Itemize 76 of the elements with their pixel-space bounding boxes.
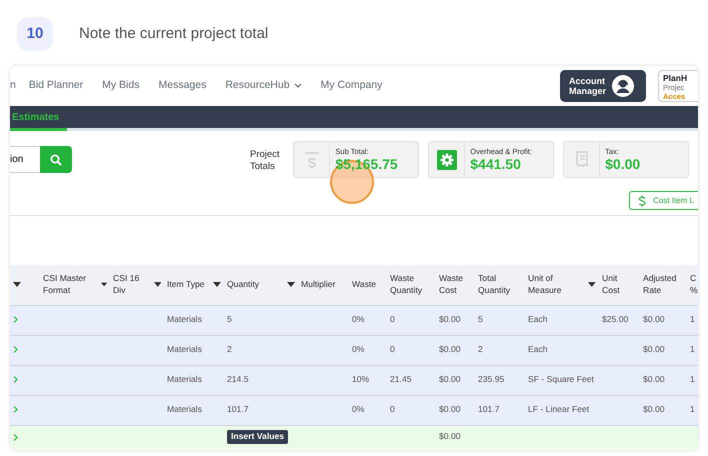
step-instruction: Note the current project total — [79, 24, 268, 44]
table-cell: Materials — [167, 404, 202, 414]
table-cell: 10% — [352, 374, 370, 384]
column-header: Waste Quantity — [390, 273, 424, 296]
step-number: 10 — [17, 17, 53, 51]
account-manager-button[interactable]: Account Manager — [560, 70, 646, 102]
nav-link[interactable]: ResourceHub — [225, 78, 302, 94]
tab[interactable]: Estimates — [10, 110, 68, 131]
column-header: Item Type — [167, 278, 205, 291]
table-cell: Each — [528, 344, 548, 354]
table-cell: $0.00 — [643, 344, 665, 354]
search-icon — [50, 154, 62, 166]
insert-values-button[interactable]: Insert Values — [227, 430, 288, 444]
chevron-right-icon — [13, 376, 18, 384]
table-cell: $0.00 — [643, 374, 665, 384]
nav-link[interactable]: My Company — [320, 78, 382, 94]
column-header: CSI Master Format — [43, 273, 87, 296]
chevron-right-icon — [13, 316, 18, 324]
column-header: Unit of Measure — [528, 273, 562, 296]
table-cell: $0.00 — [643, 314, 665, 324]
project-totals-label: Project Totals — [250, 149, 281, 173]
table-cell: Materials — [167, 344, 202, 354]
table-cell: $0.00 — [439, 431, 461, 442]
table-cell: 0 — [390, 314, 395, 324]
search-field[interactable]: ion — [10, 146, 40, 173]
search-button[interactable] — [40, 146, 72, 173]
table-cell: 214.5 — [227, 374, 249, 384]
table-cell: 0% — [352, 344, 364, 354]
column-header: Multiplier — [301, 278, 336, 291]
gear-icon — [436, 150, 457, 170]
nav-link[interactable]: My Bids — [102, 78, 140, 94]
table-cell: $25.00 — [602, 314, 628, 324]
table-cell: 101.7 — [478, 404, 500, 414]
column-header: Quantity — [227, 278, 260, 291]
table-cell: 0 — [390, 404, 395, 414]
table-cell: 0 — [390, 344, 395, 354]
column-header: Unit Cost — [602, 273, 621, 296]
support-agent-icon — [612, 75, 634, 97]
table-cell: SF - Square Feet — [528, 374, 594, 384]
table-cell: Materials — [167, 314, 202, 324]
table-cell: $0.00 — [439, 314, 461, 324]
chevron-right-icon — [13, 346, 18, 354]
table-cell: 2 — [227, 344, 232, 354]
table-cell: 235.95 — [478, 374, 504, 384]
table-cell: 5 — [478, 314, 483, 324]
total-value: $0.00 — [605, 157, 640, 173]
table-cell: 101.7 — [227, 404, 249, 414]
table-cell: 1 — [690, 344, 695, 354]
table-cell: 21.45 — [390, 374, 412, 384]
table-cell: 0% — [352, 404, 364, 414]
chevron-right-icon — [13, 406, 18, 414]
table-cell: $0.00 — [439, 374, 461, 384]
table-cell: 5 — [227, 314, 232, 324]
dollar-icon — [638, 194, 646, 206]
column-header: Waste — [352, 278, 376, 291]
total-value: $441.50 — [470, 157, 522, 173]
table-cell: 1 — [690, 314, 695, 324]
nav-link[interactable]: Messages — [158, 78, 206, 94]
table-cell: 1 — [690, 374, 695, 384]
table-cell: 1 — [690, 404, 695, 414]
table-cell: LF - Linear Feet — [528, 404, 590, 414]
column-header: Adjusted Rate — [643, 273, 678, 296]
column-header: CSI 16 Div — [113, 273, 140, 296]
nav-link[interactable]: Bid Planner — [28, 78, 84, 94]
table-cell: Each — [528, 314, 548, 324]
table-cell: $0.00 — [439, 344, 461, 354]
table-cell: $0.00 — [643, 404, 665, 414]
column-header: C % — [690, 273, 698, 296]
chevron-right-icon — [13, 434, 18, 441]
table-cell: 0% — [352, 314, 364, 324]
table-cell: $0.00 — [439, 404, 461, 414]
nav-link[interactable]: n — [10, 78, 16, 94]
table-cell: Materials — [167, 374, 202, 384]
column-header: Total Quantity — [478, 273, 512, 296]
table-cell: 2 — [478, 344, 483, 354]
column-header: Waste Cost — [439, 273, 464, 296]
